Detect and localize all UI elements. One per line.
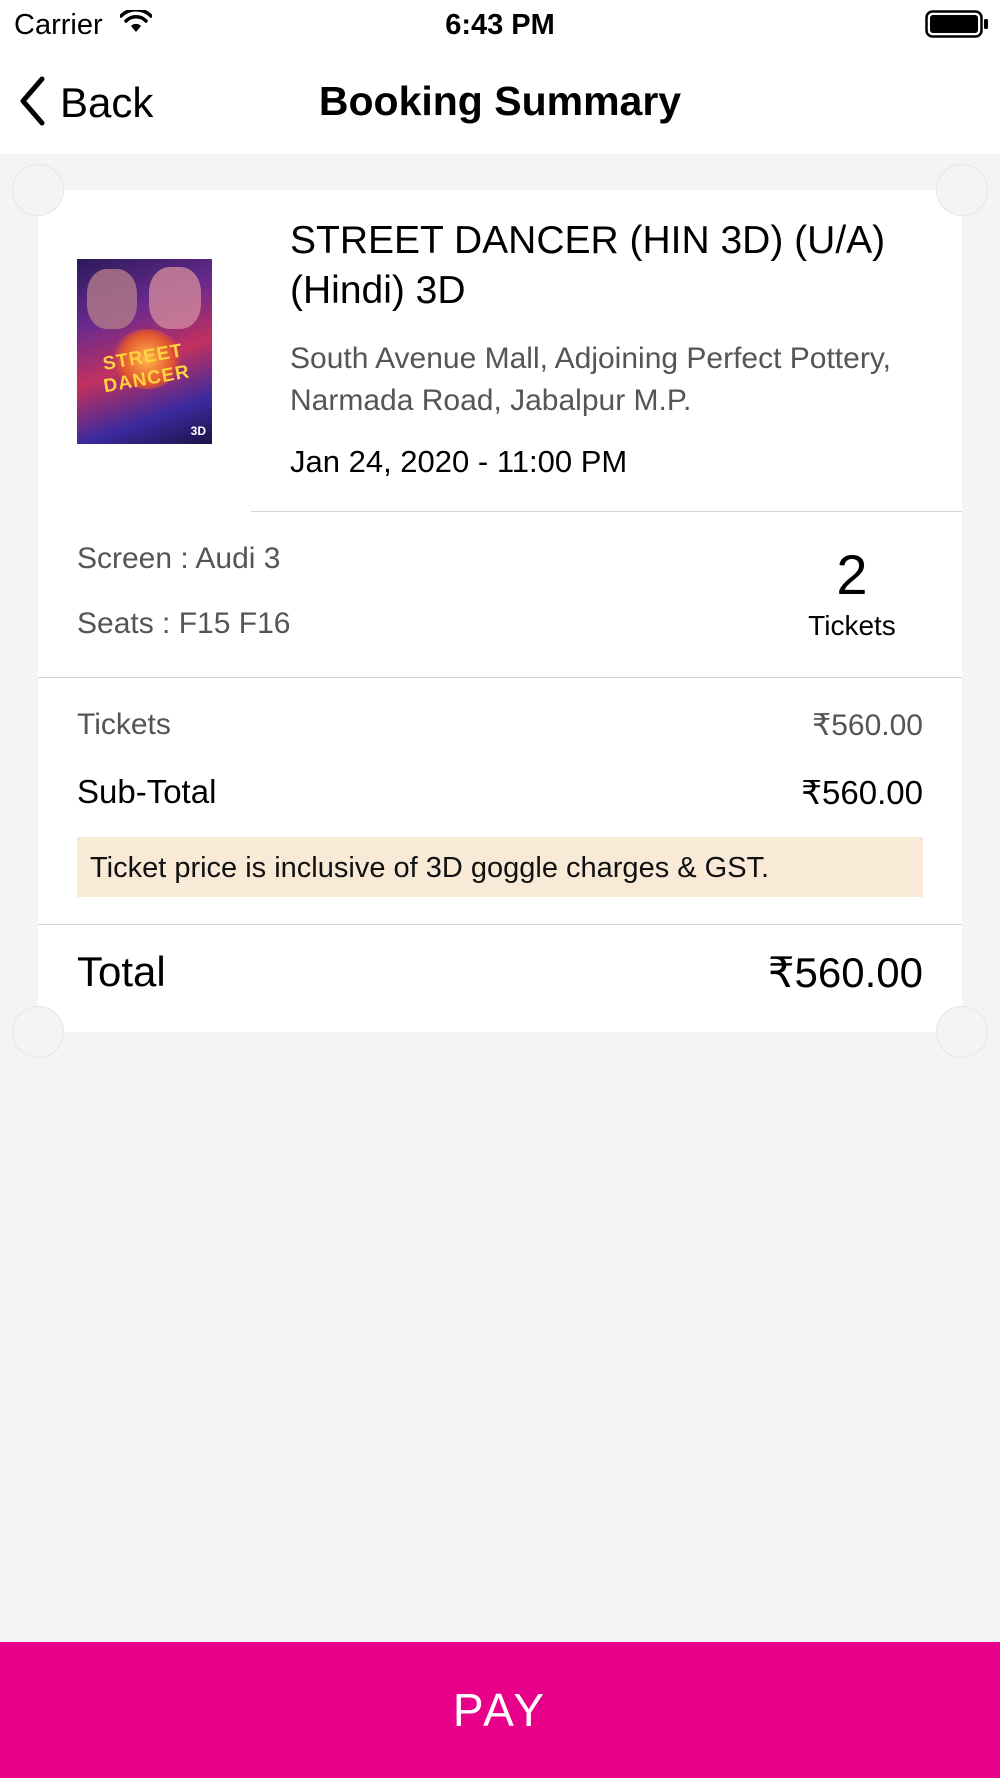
movie-poster: STREET DANCER 3D bbox=[77, 259, 212, 444]
total-value: ₹560.00 bbox=[767, 949, 923, 996]
poster-figure bbox=[87, 269, 137, 329]
ticket-count-label: Tickets bbox=[808, 610, 896, 641]
status-bar: Carrier 6:43 PM bbox=[0, 0, 1000, 52]
poster-figure bbox=[149, 267, 201, 329]
page-title: Booking Summary bbox=[318, 78, 682, 124]
subtotal-label: Sub-Total bbox=[77, 773, 217, 810]
tickets-price-row: Tickets ₹560.00 bbox=[77, 708, 923, 743]
divider bbox=[38, 924, 962, 925]
poster-logo: STREET DANCER bbox=[101, 340, 192, 398]
venue-address: South Avenue Mall, Adjoining Perfect Pot… bbox=[290, 342, 891, 417]
ticket-notch bbox=[936, 1006, 988, 1058]
total-label: Total bbox=[77, 948, 166, 995]
showtime: Jan 24, 2020 - 11:00 PM bbox=[290, 444, 628, 479]
total-row: Total ₹560.00 bbox=[77, 948, 923, 997]
subtotal-row: Sub-Total ₹560.00 bbox=[77, 773, 923, 812]
ticket-count: 2 bbox=[836, 543, 868, 606]
ticket-notch bbox=[936, 164, 988, 216]
ticket-notch bbox=[12, 164, 64, 216]
navigation-bar: Back Booking Summary bbox=[0, 52, 1000, 154]
movie-title: STREET DANCER (HIN 3D) (U/A) (Hindi) 3D bbox=[290, 219, 886, 312]
tickets-price-label: Tickets bbox=[77, 708, 171, 741]
divider bbox=[251, 511, 962, 512]
pay-button[interactable]: PAY bbox=[0, 1642, 1000, 1778]
poster-3d-badge: 3D bbox=[190, 424, 206, 438]
ticket-notch bbox=[12, 1006, 64, 1058]
price-notice: Ticket price is inclusive of 3D goggle c… bbox=[77, 837, 923, 897]
tickets-price-value: ₹560.00 bbox=[812, 709, 923, 742]
divider bbox=[38, 677, 962, 678]
subtotal-value: ₹560.00 bbox=[801, 774, 923, 811]
seats-info: Seats : F15 F16 bbox=[77, 607, 291, 640]
battery-icon bbox=[925, 10, 989, 43]
booking-summary-card: STREET DANCER 3D STREET DANCER (HIN 3D) … bbox=[12, 164, 988, 1058]
screen-info: Screen : Audi 3 bbox=[77, 542, 281, 575]
status-time: 6:43 PM bbox=[445, 9, 555, 41]
